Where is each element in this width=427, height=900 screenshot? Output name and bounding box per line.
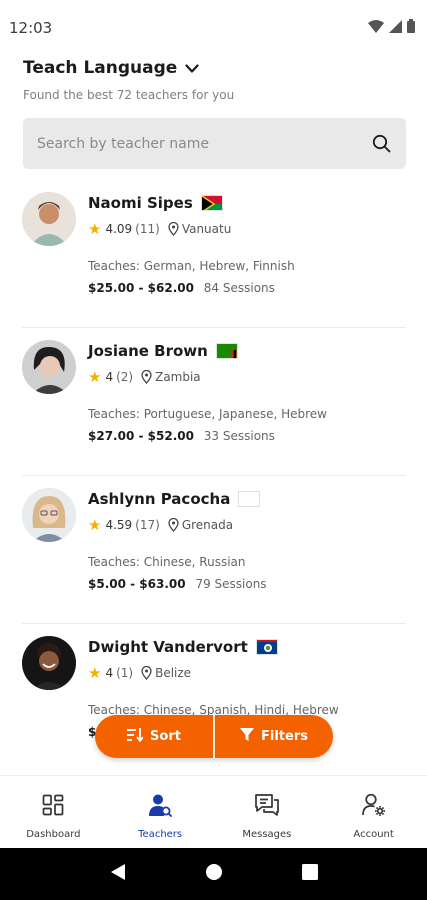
location-pin-icon — [168, 222, 179, 236]
wifi-icon — [368, 18, 384, 37]
review-count: (17) — [135, 518, 160, 532]
search-icon[interactable] — [370, 133, 392, 155]
nav-item-messages[interactable]: Messages — [214, 776, 321, 848]
filter-icon — [240, 727, 254, 746]
teacher-meta: ★ 4 (1) Belize — [88, 664, 191, 682]
battery-icon — [407, 18, 415, 37]
language-selector[interactable]: Teach Language — [23, 56, 408, 80]
teacher-name: Ashlynn Pacocha — [88, 490, 231, 508]
review-count: (11) — [135, 222, 160, 236]
teacher-meta: ★ 4 (2) Zambia — [88, 368, 201, 386]
price-row: $5.00 - $63.00 79 Sessions — [88, 577, 267, 591]
star-icon: ★ — [88, 664, 102, 682]
nav-item-teachers[interactable]: Teachers — [107, 776, 214, 848]
teacher-name-row: Ashlynn Pacocha — [88, 488, 261, 510]
session-count: 79 Sessions — [195, 577, 267, 591]
teacher-meta: ★ 4.09 (11) Vanuatu — [88, 220, 231, 238]
avatar — [22, 636, 76, 690]
vanuatu-flag-icon — [200, 195, 223, 211]
location-name: Belize — [155, 666, 192, 680]
teacher-name-row: Dwight Vandervort — [88, 636, 278, 658]
star-icon: ★ — [88, 368, 102, 386]
review-count: (1) — [116, 666, 134, 680]
status-bar: 12:03 — [0, 0, 427, 52]
star-icon: ★ — [88, 516, 102, 534]
teacher-card[interactable]: Josiane Brown ★ 4 (2) Zambia Teaches: Po… — [22, 328, 406, 476]
price-range: $25.00 - $62.00 — [88, 281, 194, 295]
dashboard-icon — [40, 792, 66, 818]
recents-icon[interactable] — [301, 864, 318, 884]
rating-value: 4 — [105, 370, 114, 384]
messages-icon — [254, 792, 280, 818]
fab-divider — [213, 715, 215, 758]
account-icon — [361, 792, 387, 818]
teachers-icon — [147, 792, 173, 818]
sort-button[interactable]: Sort — [95, 715, 213, 758]
location-pin-icon — [168, 518, 179, 532]
avatar — [22, 488, 76, 542]
back-icon[interactable] — [110, 863, 126, 885]
session-count: 33 Sessions — [203, 429, 275, 443]
avatar — [22, 340, 76, 394]
filters-button[interactable]: Filters — [215, 715, 333, 758]
teaches-languages: Teaches: German, Hebrew, Finnish — [88, 259, 295, 273]
page-title: Teach Language — [23, 58, 178, 78]
blank-flag-icon — [238, 491, 261, 507]
sort-icon — [127, 727, 144, 746]
location-name: Grenada — [181, 518, 234, 532]
teacher-name: Naomi Sipes — [88, 194, 193, 212]
rating-value: 4 — [105, 666, 114, 680]
search-bar — [23, 118, 406, 169]
price-row: $25.00 - $62.00 84 Sessions — [88, 281, 275, 295]
search-input[interactable] — [37, 135, 370, 152]
price-row: $27.00 - $52.00 33 Sessions — [88, 429, 275, 443]
location-pin-icon — [141, 370, 152, 384]
star-icon: ★ — [88, 220, 102, 238]
nav-label: Teachers — [138, 829, 183, 840]
price-range: $5.00 - $63.00 — [88, 577, 186, 591]
teacher-name-row: Naomi Sipes — [88, 192, 223, 214]
teacher-card[interactable]: Ashlynn Pacocha ★ 4.59 (17) Grenada Teac… — [22, 476, 406, 624]
bottom-nav: Dashboard Teachers Messages Account — [0, 775, 427, 848]
location-name: Zambia — [155, 370, 201, 384]
location-pin-icon — [141, 666, 152, 680]
filters-label: Filters — [261, 729, 308, 744]
teacher-card[interactable]: Naomi Sipes ★ 4.09 (11) Vanuatu Teaches:… — [22, 180, 406, 328]
session-count: 84 Sessions — [203, 281, 275, 295]
location-name: Vanuatu — [181, 222, 232, 236]
avatar — [22, 192, 76, 246]
nav-label: Messages — [242, 829, 292, 840]
zambia-flag-icon — [215, 343, 238, 359]
teacher-name: Dwight Vandervort — [88, 638, 248, 656]
status-time: 12:03 — [9, 19, 53, 37]
price-range: $27.00 - $52.00 — [88, 429, 194, 443]
page-header: Teach Language Found the best 72 teacher… — [23, 56, 408, 102]
results-subtitle: Found the best 72 teachers for you — [23, 88, 235, 102]
sort-label: Sort — [150, 729, 181, 744]
review-count: (2) — [116, 370, 134, 384]
sort-filter-bar: Sort Filters — [95, 715, 333, 758]
teacher-name-row: Josiane Brown — [88, 340, 238, 362]
chevron-down-icon — [185, 59, 199, 78]
belize-flag-icon — [255, 639, 278, 655]
teaches-languages: Teaches: Chinese, Russian — [88, 555, 246, 569]
home-icon[interactable] — [205, 863, 223, 885]
signal-icon — [389, 18, 402, 37]
teacher-meta: ★ 4.59 (17) Grenada — [88, 516, 233, 534]
nav-label: Account — [353, 829, 394, 840]
rating-value: 4.59 — [105, 518, 133, 532]
system-nav-bar — [0, 848, 427, 900]
teaches-languages: Teaches: Portuguese, Japanese, Hebrew — [88, 407, 327, 421]
status-icons — [368, 18, 415, 37]
rating-value: 4.09 — [105, 222, 133, 236]
nav-item-dashboard[interactable]: Dashboard — [0, 776, 107, 848]
nav-label: Dashboard — [26, 829, 81, 840]
teacher-name: Josiane Brown — [88, 342, 208, 360]
nav-item-account[interactable]: Account — [320, 776, 427, 848]
